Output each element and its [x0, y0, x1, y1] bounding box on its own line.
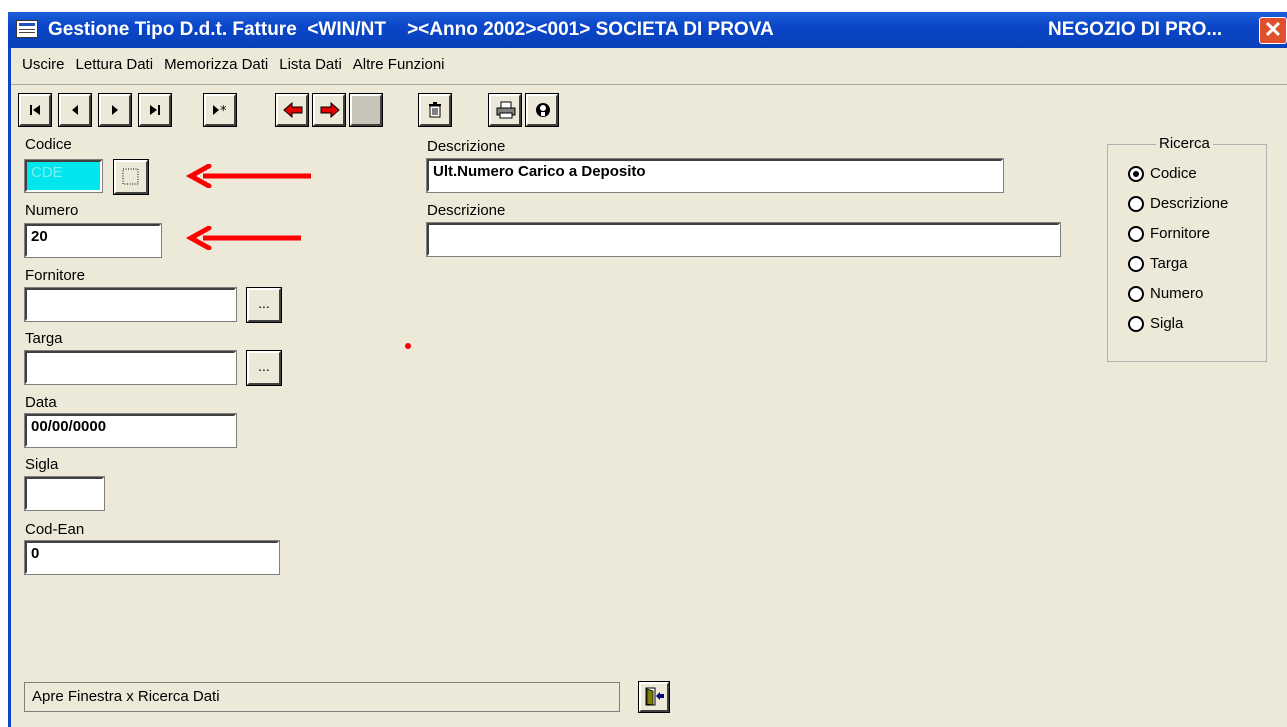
- codice-label: Codice: [25, 136, 72, 153]
- first-record-button[interactable]: [18, 93, 52, 127]
- annotation-arrow-1: [185, 164, 311, 188]
- fornitore-lookup-button[interactable]: ...: [246, 287, 282, 323]
- new-record-button[interactable]: *: [203, 93, 237, 127]
- radio-numero[interactable]: Numero: [1128, 285, 1203, 302]
- last-record-icon: [150, 105, 160, 115]
- radio-codice[interactable]: Codice: [1128, 165, 1197, 182]
- numero-input[interactable]: 20: [24, 223, 162, 258]
- menu-memorizza-dati[interactable]: Memorizza Dati: [164, 56, 268, 80]
- window-title-right: NEGOZIO DI PRO...: [1048, 19, 1223, 40]
- radio-icon: [1128, 315, 1144, 332]
- app-window: Gestione Tipo D.d.t. Fatture <WIN/NT ><A…: [0, 0, 1287, 727]
- status-bar: Apre Finestra x Ricerca Dati: [24, 682, 620, 712]
- descrizione-input-1[interactable]: Ult.Numero Carico a Deposito: [426, 158, 1004, 193]
- codean-input[interactable]: 0: [24, 540, 280, 575]
- previous-record-icon: [72, 105, 78, 115]
- help-button[interactable]: [525, 93, 559, 127]
- data-input[interactable]: 00/00/0000: [24, 413, 237, 448]
- exit-door-icon: [645, 687, 664, 706]
- last-record-button[interactable]: [138, 93, 172, 127]
- window-title: Gestione Tipo D.d.t. Fatture <WIN/NT ><A…: [48, 19, 774, 40]
- client-area: Uscire Lettura Dati Memorizza Dati Lista…: [8, 48, 1287, 727]
- previous-record-button[interactable]: [58, 93, 92, 127]
- radio-targa[interactable]: Targa: [1128, 255, 1188, 272]
- codean-label: Cod-Ean: [25, 521, 85, 538]
- radio-descrizione[interactable]: Descrizione: [1128, 195, 1228, 212]
- disabled-button[interactable]: [349, 93, 383, 127]
- radio-sigla[interactable]: Sigla: [1128, 315, 1183, 332]
- delete-button[interactable]: [418, 93, 452, 127]
- radio-icon: [1128, 225, 1144, 242]
- next-record-icon: [112, 105, 118, 115]
- red-dot-marker: [405, 343, 411, 349]
- radio-icon: [1128, 285, 1144, 302]
- first-record-icon: [30, 105, 40, 115]
- print-icon: [496, 101, 516, 119]
- descrizione-label-2: Descrizione: [427, 202, 506, 219]
- radio-fornitore[interactable]: Fornitore: [1128, 225, 1210, 242]
- exit-button[interactable]: [638, 681, 670, 713]
- radio-icon: [1128, 195, 1144, 212]
- codice-lookup-button[interactable]: [113, 159, 149, 195]
- svg-text:*: *: [220, 104, 227, 119]
- numero-label: Numero: [25, 202, 79, 219]
- trash-icon: [429, 102, 441, 118]
- menu-uscire[interactable]: Uscire: [22, 56, 65, 80]
- menu-altre-funzioni[interactable]: Altre Funzioni: [353, 56, 445, 80]
- sigla-input[interactable]: [24, 476, 105, 511]
- menu-lettura-dati[interactable]: Lettura Dati: [76, 56, 154, 80]
- radio-selected-icon: [1128, 165, 1144, 182]
- print-button[interactable]: [488, 93, 522, 127]
- fornitore-input[interactable]: [24, 287, 237, 322]
- menu-bar: Uscire Lettura Dati Memorizza Dati Lista…: [11, 56, 445, 80]
- title-bar[interactable]: Gestione Tipo D.d.t. Fatture <WIN/NT ><A…: [8, 12, 1287, 48]
- forward-arrow-icon: [320, 101, 340, 119]
- annotation-arrow-2: [185, 226, 301, 250]
- radio-icon: [1128, 255, 1144, 272]
- next-record-button[interactable]: [98, 93, 132, 127]
- new-record-icon: *: [213, 104, 227, 119]
- back-button[interactable]: [275, 93, 309, 127]
- codice-input[interactable]: CDE: [24, 159, 103, 193]
- close-button[interactable]: ✕: [1259, 17, 1287, 44]
- ricerca-title: Ricerca: [1156, 135, 1213, 152]
- menu-lista-dati[interactable]: Lista Dati: [279, 56, 342, 80]
- menu-separator: [11, 84, 1287, 85]
- descrizione-input-2[interactable]: [426, 222, 1061, 257]
- data-label: Data: [25, 394, 57, 411]
- back-arrow-icon: [283, 101, 303, 119]
- help-icon: [536, 103, 550, 117]
- sigla-label: Sigla: [25, 456, 59, 473]
- targa-lookup-button[interactable]: ...: [246, 350, 282, 386]
- targa-label: Targa: [25, 330, 63, 347]
- dotted-square-icon: [122, 168, 139, 185]
- app-icon[interactable]: [16, 20, 38, 38]
- descrizione-label-1: Descrizione: [427, 138, 506, 155]
- ricerca-group: Ricerca Codice Descrizione Fornitore Tar…: [1107, 135, 1267, 362]
- fornitore-label: Fornitore: [25, 267, 86, 284]
- targa-input[interactable]: [24, 350, 237, 385]
- forward-button[interactable]: [312, 93, 346, 127]
